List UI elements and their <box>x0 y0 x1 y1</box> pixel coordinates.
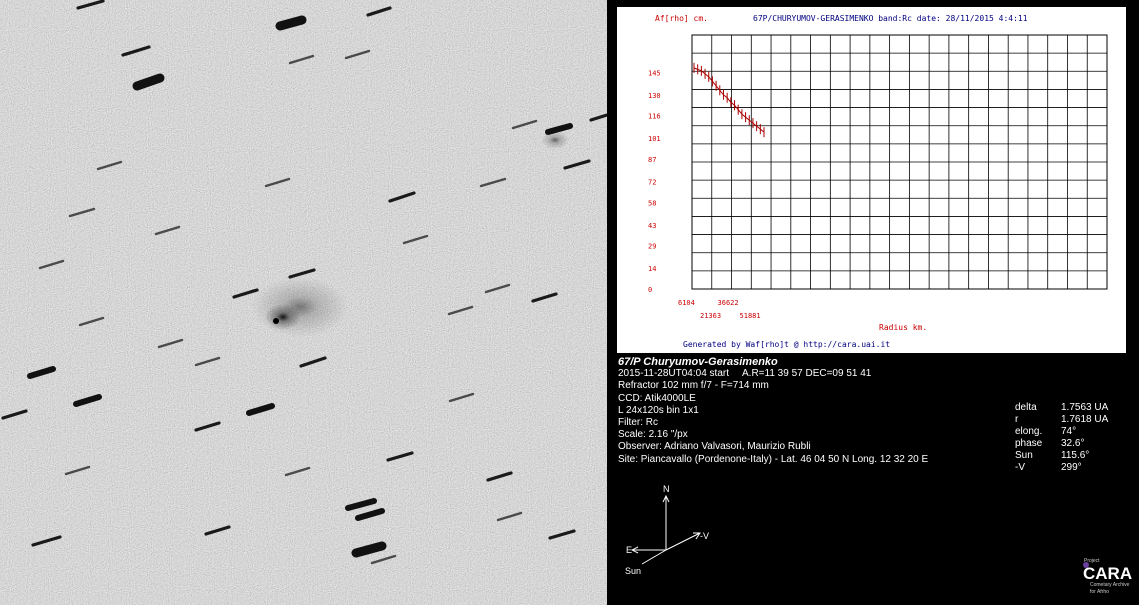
cara-logo: Project CARA Cometary Archive for Afrho <box>1083 558 1132 595</box>
site: Site: Piancavallo (Pordenone-Italy) - La… <box>618 453 929 465</box>
object-title: 67/P Churyumov-Gerasimenko <box>618 356 778 368</box>
y-tick-label: 101 <box>648 135 661 143</box>
ccd: CCD: Atik4000LE <box>618 392 696 404</box>
y-tick-label: 43 <box>648 222 656 230</box>
sun-arrow <box>641 549 667 565</box>
ephem-row: delta 1.7563 UA <box>1015 402 1109 413</box>
y-tick-label: 130 <box>648 92 661 100</box>
ephem-row: phase 32.6° <box>1015 438 1085 449</box>
faint-galaxy <box>541 131 569 149</box>
comet <box>252 277 348 337</box>
start-time: 2015-11-28UT04:04 start <box>618 368 729 380</box>
y-tick-label: 87 <box>648 156 656 164</box>
x-tick-label: 21363 <box>700 312 721 320</box>
svg-text:for Afrho: for Afrho <box>1090 589 1109 595</box>
chart-header: 67P/CHURYUMOV-GERASIMENKO band:Rc date: … <box>753 14 1028 23</box>
y-tick-label: 58 <box>648 199 656 207</box>
x-tick-label: 51881 <box>740 312 761 320</box>
minus-v-label: -V <box>700 531 709 541</box>
coordinates: A.R=11 39 57 DEC=09 51 41 <box>742 368 872 380</box>
y-tick-label: 72 <box>648 178 656 186</box>
sun-label: Sun <box>625 566 641 576</box>
x-tick-label: 36622 <box>718 299 739 307</box>
ephem-row: Sun 115.6° <box>1015 450 1090 461</box>
start-coords-row: 2015-11-28UT04:04 start A.R=11 39 57 DEC=… <box>618 368 928 380</box>
north-label: N <box>663 484 670 494</box>
observer: Observer: Adriano Valvasori, Maurizio Ru… <box>618 441 811 453</box>
y-tick-label: 0 <box>648 286 652 294</box>
east-label: E <box>626 545 632 555</box>
orientation-compass: N E -V Sun <box>625 484 709 576</box>
ephemeris: delta 1.7563 UA r 1.7618 UA elong. 74° phas… <box>1015 402 1121 474</box>
svg-text:CARA: CARA <box>1083 564 1132 583</box>
chart-footer: Generated by Waf[rho]t @ http://cara.uai… <box>683 340 890 349</box>
y-tick-label: 29 <box>648 243 656 251</box>
x-tick-label: 6104 <box>678 299 695 307</box>
scale: Scale: 2.16 "/px <box>618 429 688 441</box>
x-unit-label: Radius km. <box>879 323 927 332</box>
y-tick-label: 14 <box>648 265 656 273</box>
minus-v-arrow <box>665 532 701 551</box>
filter: Filter: Rc <box>618 417 658 429</box>
afrho-chart: Af[rho] cm. 67P/CHURYUMOV-GERASIMENKO ba… <box>617 7 1126 353</box>
exposure: L 24x120s bin 1x1 <box>618 404 699 416</box>
y-unit-label: Af[rho] cm. <box>655 14 708 23</box>
observation-info: 67/P Churyumov-Gerasimenko 2015-11-28UT0… <box>618 356 928 466</box>
ephem-row: elong. 74° <box>1015 426 1077 437</box>
ephem-row: -V 299° <box>1015 462 1082 473</box>
svg-text:Cometary Archive: Cometary Archive <box>1090 582 1130 588</box>
y-tick-label: 145 <box>648 69 661 77</box>
comet-photo <box>0 0 607 605</box>
y-tick-label: 116 <box>648 113 661 121</box>
telescope: Refractor 102 mm f/7 - F=714 mm <box>618 380 769 392</box>
ephem-row: r 1.7618 UA <box>1015 414 1109 425</box>
